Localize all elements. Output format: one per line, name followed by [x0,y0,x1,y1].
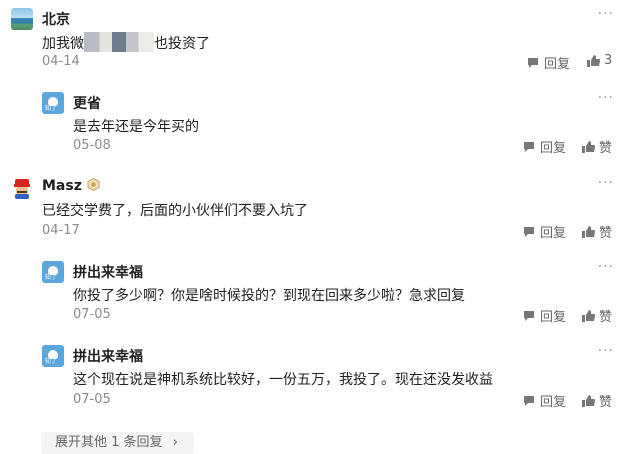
author-name-text: Masz [42,178,82,194]
reply-icon [524,310,534,321]
comment-text: 加我微 也投资了 [42,32,210,53]
thumbs-up-icon [582,225,595,238]
comment-date: 04-14 [42,54,80,69]
avatar[interactable]: 知了 [42,92,64,114]
comment-text-start: 加我微 [42,36,84,52]
author-name[interactable]: 更省 [73,93,101,113]
reply-button[interactable]: 回复 [522,306,566,325]
redacted-block [84,32,154,52]
like-count: 3 [604,53,613,68]
like-label: 赞 [599,395,613,410]
expand-replies-label: 展开其他 1 条回复 [55,435,163,450]
like-button[interactable]: 赞 [581,306,612,325]
like-button[interactable]: 赞 [581,391,612,410]
like-label: 赞 [599,226,613,241]
like-label: 赞 [599,141,613,156]
comment-text: 这个现在说是神机系统比较好，一份五万，我投了。现在还没发收益 [73,372,493,388]
comment-date: 07-05 [73,307,111,322]
more-options-icon[interactable]: ··· [598,175,614,191]
reply-button[interactable]: 回复 [522,137,566,156]
like-button[interactable]: 赞 [581,222,612,241]
reply-label: 回复 [544,57,571,72]
avatar[interactable] [11,8,33,30]
more-options-icon[interactable]: ··· [598,259,614,275]
author-name[interactable]: Masz [42,178,100,194]
author-name[interactable]: 拼出来幸福 [73,262,143,282]
avatar[interactable]: 知了 [42,345,64,367]
comment-date: 04-17 [42,223,80,238]
reply-button[interactable]: 回复 [522,391,566,410]
reply-button[interactable]: 回复 [522,222,566,241]
reply-label: 回复 [540,226,567,241]
thumbs-up-icon [582,309,595,322]
thumbs-up-icon [582,394,595,407]
comment-date: 07-05 [73,392,111,407]
like-button[interactable]: 赞 [581,137,612,156]
avatar[interactable] [11,177,33,199]
reply-icon [524,226,534,237]
reply-icon [524,395,534,406]
avatar[interactable]: 知了 [42,261,64,283]
reply-label: 回复 [540,310,567,325]
like-button[interactable]: 3 [586,53,612,68]
reply-label: 回复 [540,395,567,410]
mario-avatar-icon [14,179,30,199]
author-name[interactable]: 拼出来幸福 [73,346,143,366]
comment-text: 是去年还是今年买的 [73,119,199,135]
thumbs-up-icon [587,54,600,67]
comment-text: 已经交学费了，后面的小伙伴们不要入坑了 [42,203,308,219]
comment-date: 05-08 [73,138,111,153]
reply-icon [524,141,534,152]
comment-text: 你投了多少啊？你是啥时候投的？到现在回来多少啦？急求回复 [73,288,465,304]
expand-replies-button[interactable]: 展开其他 1 条回复 › [41,432,194,454]
more-options-icon[interactable]: ··· [598,6,614,22]
reply-label: 回复 [540,141,567,156]
reply-icon [528,57,538,68]
level-badge-icon [87,178,100,191]
more-options-icon[interactable]: ··· [598,90,614,106]
more-options-icon[interactable]: ··· [598,343,614,359]
chevron-right-icon: › [172,435,178,450]
thumbs-up-icon [582,140,595,153]
author-name[interactable]: 北京 [42,9,70,29]
comment-text-end: 也投资了 [154,36,210,52]
like-label: 赞 [599,310,613,325]
reply-button[interactable]: 回复 [526,53,570,72]
